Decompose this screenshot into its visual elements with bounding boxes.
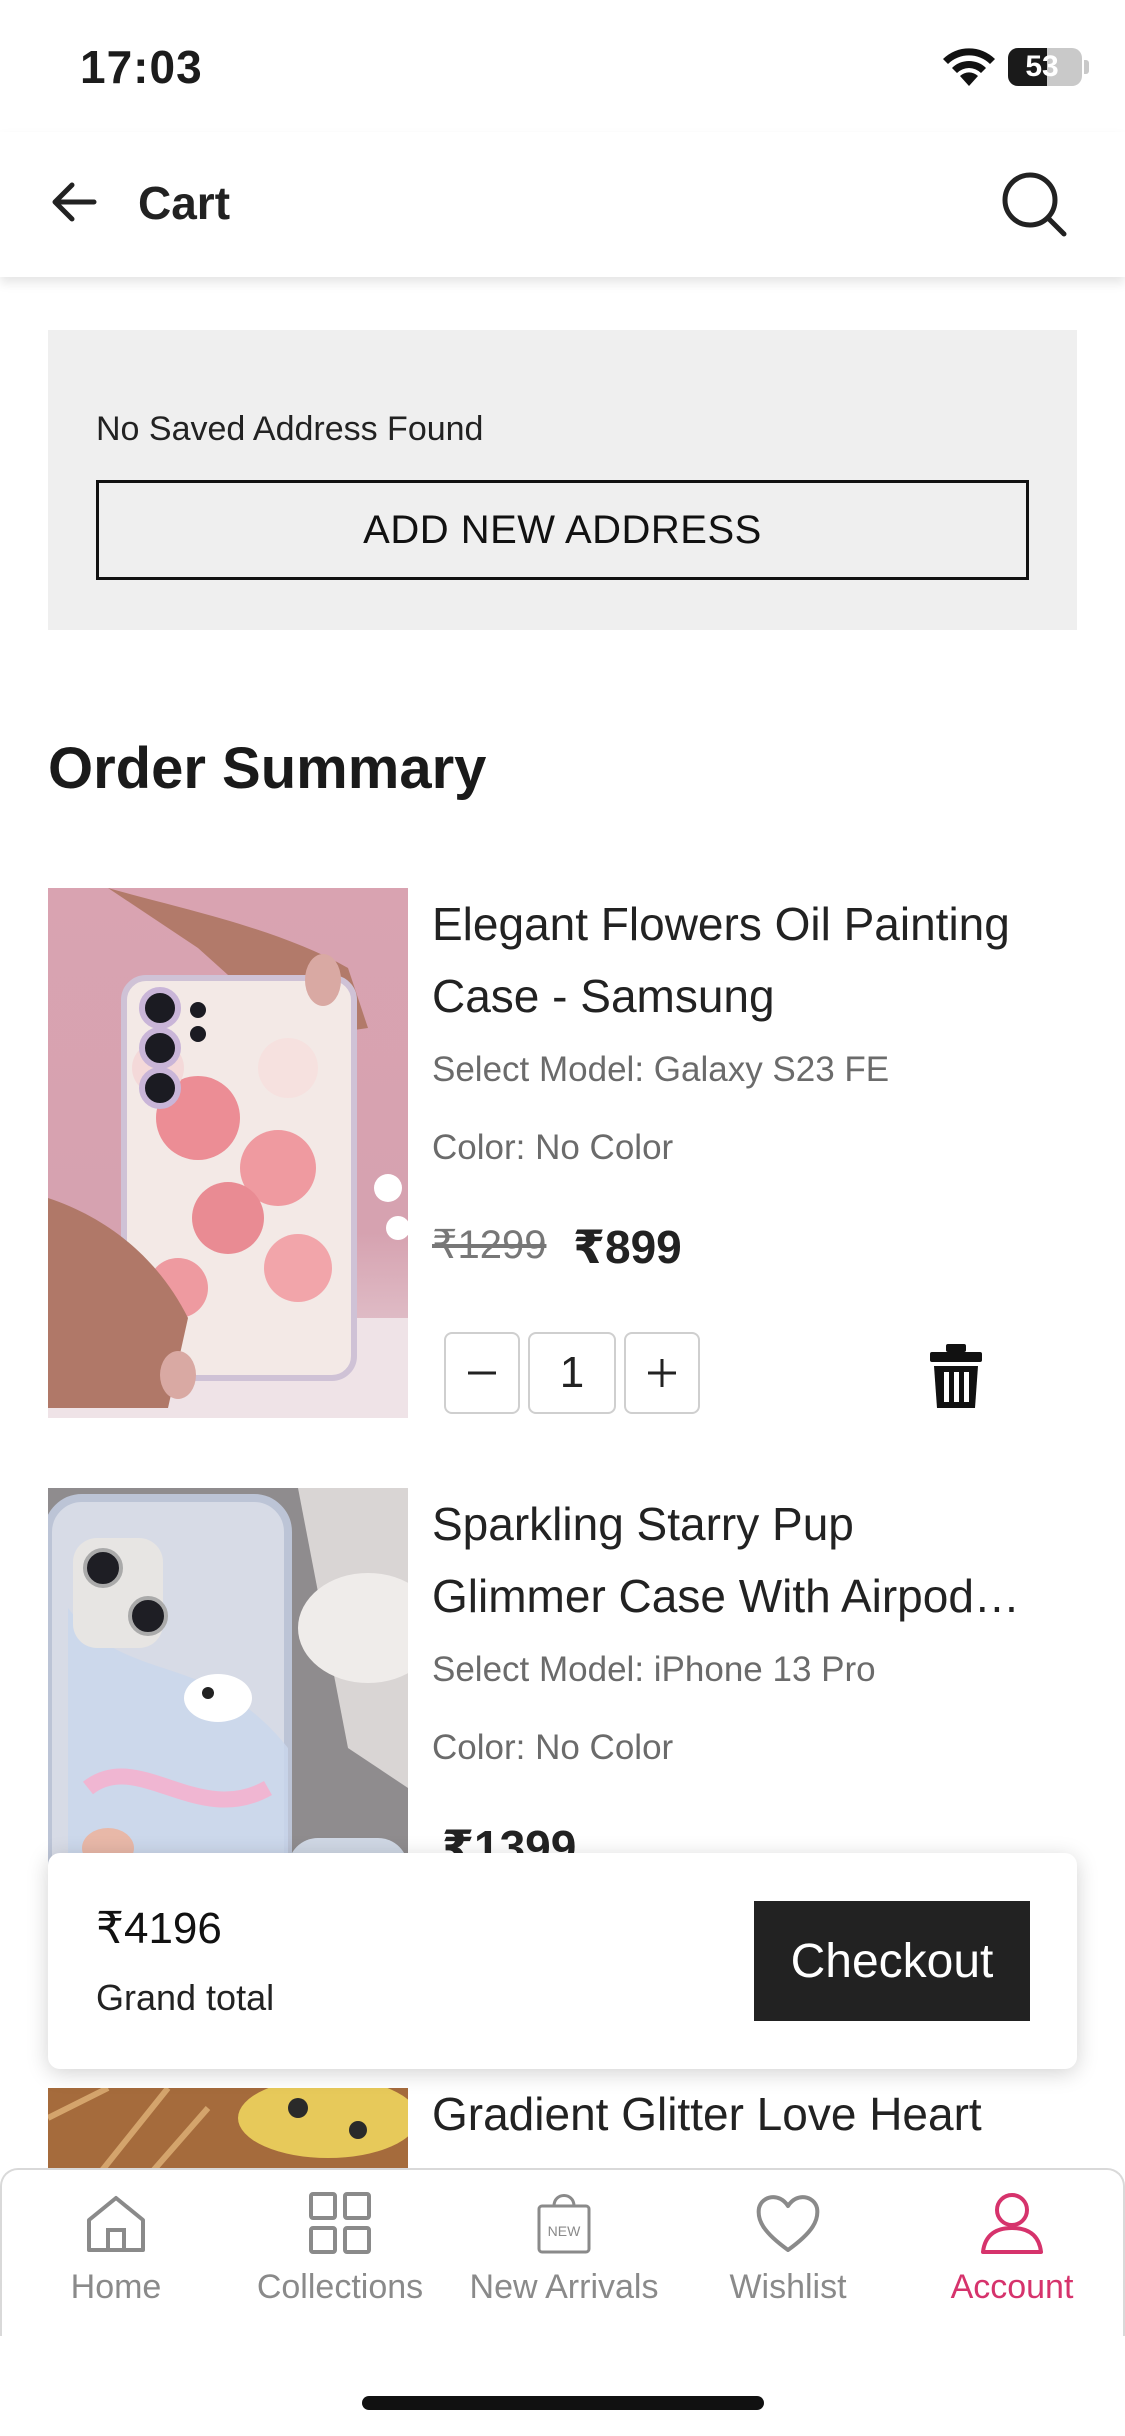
nav-new-arrivals[interactable]: NEW New Arrivals	[464, 2188, 664, 2328]
grand-total-card: ₹4196 Grand total Checkout	[48, 1853, 1077, 2069]
checkout-button[interactable]: Checkout	[754, 1901, 1030, 2021]
product-model: Select Model: Galaxy S23 FE	[432, 1050, 890, 1089]
new-bag-icon: NEW	[537, 2194, 591, 2254]
battery-icon: 53	[1008, 48, 1082, 86]
product-color: Color: No Color	[432, 1728, 674, 1767]
trash-icon[interactable]	[926, 1342, 986, 1410]
product-title[interactable]: Gradient Glitter Love Heart	[432, 2078, 1072, 2150]
product-image[interactable]	[48, 888, 408, 1418]
product-title-line: Sparkling Starry Pup	[432, 1498, 854, 1550]
nav-collections[interactable]: Collections	[240, 2188, 440, 2328]
address-section: No Saved Address Found ADD NEW ADDRESS	[48, 330, 1077, 630]
sale-price: ₹899	[573, 1221, 682, 1273]
grid-icon	[309, 2192, 371, 2254]
grand-total-label: Grand total	[96, 1977, 275, 2018]
original-price: ₹1299	[432, 1223, 547, 1267]
order-summary-title: Order Summary	[48, 736, 487, 801]
no-address-message: No Saved Address Found	[96, 410, 484, 448]
grand-total-amount: ₹4196	[96, 1904, 222, 1953]
decrease-quantity-button[interactable]	[444, 1332, 520, 1414]
product-color: Color: No Color	[432, 1128, 674, 1167]
home-indicator[interactable]	[362, 2396, 764, 2410]
nav-label: Account	[950, 2268, 1074, 2306]
nav-label: New Arrivals	[469, 2268, 659, 2306]
status-time: 17:03	[80, 41, 203, 93]
nav-account[interactable]: Account	[912, 2188, 1112, 2328]
user-icon	[981, 2193, 1043, 2254]
plus-icon	[648, 1359, 676, 1387]
add-new-address-button[interactable]: ADD NEW ADDRESS	[96, 480, 1029, 580]
new-badge: NEW	[548, 2223, 581, 2239]
home-indicator-area	[0, 2336, 1125, 2436]
heart-icon	[756, 2195, 820, 2252]
product-model: Select Model: iPhone 13 Pro	[432, 1650, 876, 1689]
page-title: Cart	[138, 177, 231, 229]
increase-quantity-button[interactable]	[624, 1332, 700, 1414]
home-icon	[87, 2196, 145, 2252]
nav-label: Collections	[256, 2268, 424, 2306]
cart-item: Elegant Flowers Oil Painting Case - Sams…	[48, 888, 1078, 1428]
nav-home[interactable]: Home	[16, 2188, 216, 2328]
product-title[interactable]: Sparkling Starry Pup Glimmer Case With A…	[432, 1488, 1072, 1632]
wifi-icon	[943, 48, 995, 86]
app-header: Cart	[0, 132, 1125, 277]
product-title[interactable]: Elegant Flowers Oil Painting Case - Sams…	[432, 888, 1072, 1032]
search-icon[interactable]	[998, 168, 1070, 240]
status-bar: 17:03 53	[0, 0, 1125, 130]
minus-icon	[468, 1371, 496, 1375]
cart-item: Sparkling Starry Pup Glimmer Case With A…	[48, 1488, 1078, 2018]
quantity-value[interactable]: 1	[528, 1332, 616, 1414]
nav-wishlist[interactable]: Wishlist	[688, 2188, 888, 2328]
nav-label: Wishlist	[729, 2268, 847, 2306]
bottom-navigation: Home Collections NEW New Arrivals Wishli…	[0, 2168, 1125, 2336]
nav-label: Home	[70, 2268, 162, 2306]
product-title-line: Glimmer Case With Airpod…	[432, 1570, 1020, 1622]
back-arrow-icon[interactable]	[44, 172, 104, 232]
battery-level: 53	[1025, 50, 1059, 83]
